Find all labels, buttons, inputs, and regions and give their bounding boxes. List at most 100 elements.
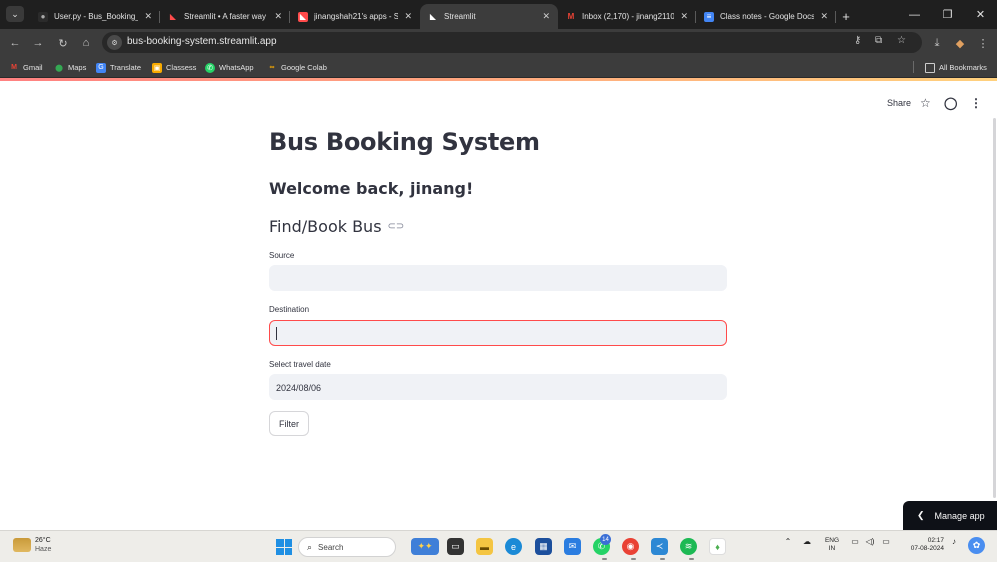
new-tab-button[interactable]: + — [836, 4, 856, 29]
spotify-icon[interactable]: ≋ — [680, 538, 697, 555]
store-icon[interactable]: ▦ — [535, 538, 552, 555]
anchor-link-icon[interactable]: ⊂⊃ — [388, 221, 405, 232]
tray-overflow-icon[interactable]: ⌃ — [782, 537, 794, 546]
close-icon[interactable]: ✕ — [144, 11, 152, 22]
onedrive-icon[interactable]: ☁ — [800, 537, 814, 546]
chevron-left-icon: ❮ — [917, 510, 925, 520]
chrome-icon[interactable]: ◉ — [622, 538, 639, 555]
minimize-icon[interactable]: — — [898, 0, 931, 29]
tab-gmail-inbox[interactable]: M Inbox (2,170) - jinang2110 ✕ — [558, 4, 696, 29]
taskbar-search[interactable]: ⌕ Search — [298, 537, 396, 557]
tab-user-py[interactable]: ● User.py - Bus_Booking_Sys ✕ — [30, 4, 160, 29]
battery-icon[interactable]: ▭ — [880, 537, 892, 546]
clock-date: 07-08-2024 — [910, 545, 944, 552]
extension-icon[interactable]: ◆ — [951, 34, 969, 52]
streamlit-icon: ◣ — [298, 11, 308, 22]
filter-button[interactable]: Filter — [269, 411, 309, 436]
bookmark-classess[interactable]: ▣ Classess — [152, 61, 196, 74]
source-input[interactable] — [269, 265, 727, 291]
star-icon[interactable]: ☆ — [920, 96, 931, 110]
tab-title: User.py - Bus_Booking_Sys — [54, 12, 138, 21]
docs-icon: ≡ — [704, 11, 714, 22]
haze-icon — [13, 538, 31, 552]
close-icon[interactable]: ✕ — [820, 11, 828, 22]
tab-streamlit-active[interactable]: ◣ Streamlit ✕ — [420, 4, 558, 29]
bookmark-label: Classess — [166, 63, 197, 72]
whatsapp-icon: ✆ — [205, 62, 215, 73]
file-explorer-icon[interactable]: ▬ — [476, 538, 493, 555]
gmail-icon: M — [11, 64, 17, 71]
notification-badge: 14 — [600, 534, 611, 545]
destination-input[interactable] — [269, 320, 727, 346]
tab-streamlit-apps[interactable]: ◣ jinangshah21's apps - Strea ✕ — [290, 4, 420, 29]
windows-start-icon[interactable] — [276, 539, 292, 555]
tab-streamlit-home[interactable]: ◣ Streamlit • A faster way to ✕ — [160, 4, 290, 29]
running-indicator — [689, 558, 694, 560]
main-menu-icon[interactable]: ⋮ — [970, 96, 982, 110]
mongodb-icon[interactable]: ♦ — [709, 538, 726, 555]
tab-title: Streamlit • A faster way to — [184, 12, 269, 21]
address-bar[interactable]: ⚙ bus-booking-system.streamlit.app ⚷ ⧉ ☆ — [102, 32, 922, 53]
github-icon[interactable]: ◯ — [944, 96, 957, 110]
bookmarks-bar: M Gmail ⬤ Maps G Translate ▣ Classess ✆ … — [0, 56, 997, 78]
reload-icon[interactable]: ↻ — [54, 34, 72, 52]
volume-icon[interactable]: ◁) — [864, 537, 876, 546]
close-icon[interactable]: ✕ — [542, 11, 550, 22]
site-settings-icon[interactable]: ⚙ — [107, 35, 122, 50]
weather-desc: Haze — [35, 546, 52, 553]
bookmark-label: Gmail — [23, 63, 43, 72]
tab-title: Inbox (2,170) - jinang2110 — [582, 12, 675, 21]
bookmark-maps[interactable]: ⬤ Maps — [54, 61, 86, 74]
close-icon[interactable]: ✕ — [274, 11, 282, 22]
password-key-icon[interactable]: ⚷ — [854, 35, 861, 46]
weather-text: 26°C Haze — [35, 536, 51, 554]
page-scrollbar[interactable] — [993, 118, 996, 498]
bookmark-whatsapp[interactable]: ✆ WhatsApp — [205, 61, 254, 74]
section-title: Find/Book Bus — [269, 217, 382, 236]
lang-bottom: IN — [828, 545, 836, 552]
travel-date-input[interactable]: 2024/08/06 — [269, 374, 727, 400]
bookmark-star-icon[interactable]: ☆ — [897, 35, 906, 46]
section-heading: Find/Book Bus ⊂⊃ — [269, 217, 404, 236]
bookmark-label: WhatsApp — [219, 63, 254, 72]
network-icon[interactable]: ▭ — [849, 537, 861, 546]
widgets-icon[interactable]: ✦✦ — [411, 538, 439, 555]
download-icon[interactable]: ⤓ — [928, 34, 946, 52]
copilot-icon[interactable]: ✿ — [968, 537, 985, 554]
bookmark-translate[interactable]: G Translate — [96, 61, 141, 74]
bookmarks-divider — [913, 61, 914, 73]
close-icon[interactable]: ✕ — [404, 11, 412, 22]
language-indicator[interactable]: ENG IN — [822, 537, 842, 553]
notification-bell-icon[interactable]: ♪ — [948, 537, 960, 546]
translate-icon: G — [96, 62, 106, 73]
weather-widget[interactable]: 26°C Haze — [13, 536, 51, 554]
share-button[interactable]: Share — [887, 96, 911, 110]
bookmark-colab[interactable]: ∞ Google Colab — [267, 61, 327, 74]
running-indicator — [631, 558, 636, 560]
lang-top: ENG — [824, 537, 840, 544]
welcome-heading: Welcome back, jinang! — [269, 179, 474, 198]
forward-arrow-icon[interactable]: → — [29, 34, 47, 52]
tab-class-notes[interactable]: ≡ Class notes - Google Docs ✕ — [696, 4, 836, 29]
bookmark-label: Translate — [110, 63, 141, 72]
running-indicator — [660, 558, 665, 560]
chrome-menu-icon[interactable]: ⋮ — [974, 34, 992, 52]
cast-icon[interactable]: ⧉ — [875, 35, 882, 46]
outlook-icon[interactable]: ✉ — [564, 538, 581, 555]
all-bookmarks[interactable]: All Bookmarks — [925, 61, 987, 74]
task-view-icon[interactable]: ▭ — [447, 538, 464, 555]
clock[interactable]: 02:17 07-08-2024 — [900, 537, 944, 553]
window-close-icon[interactable]: ✕ — [964, 0, 997, 29]
folder-icon — [925, 62, 935, 73]
home-icon[interactable]: ⌂ — [77, 34, 95, 52]
edge-icon[interactable]: e — [505, 538, 522, 555]
manage-app-button[interactable]: ❮ Manage app — [903, 501, 997, 530]
back-arrow-icon[interactable]: ← — [6, 34, 24, 52]
close-icon[interactable]: ✕ — [680, 11, 688, 22]
tab-search-icon[interactable]: ⌄ — [6, 6, 24, 22]
bookmark-gmail[interactable]: M Gmail — [9, 61, 43, 74]
restore-icon[interactable]: ❐ — [931, 0, 964, 29]
page-title: Bus Booking System — [269, 128, 540, 156]
vscode-icon[interactable]: ≺ — [651, 538, 668, 555]
streamlit-top-decoration — [0, 78, 997, 81]
